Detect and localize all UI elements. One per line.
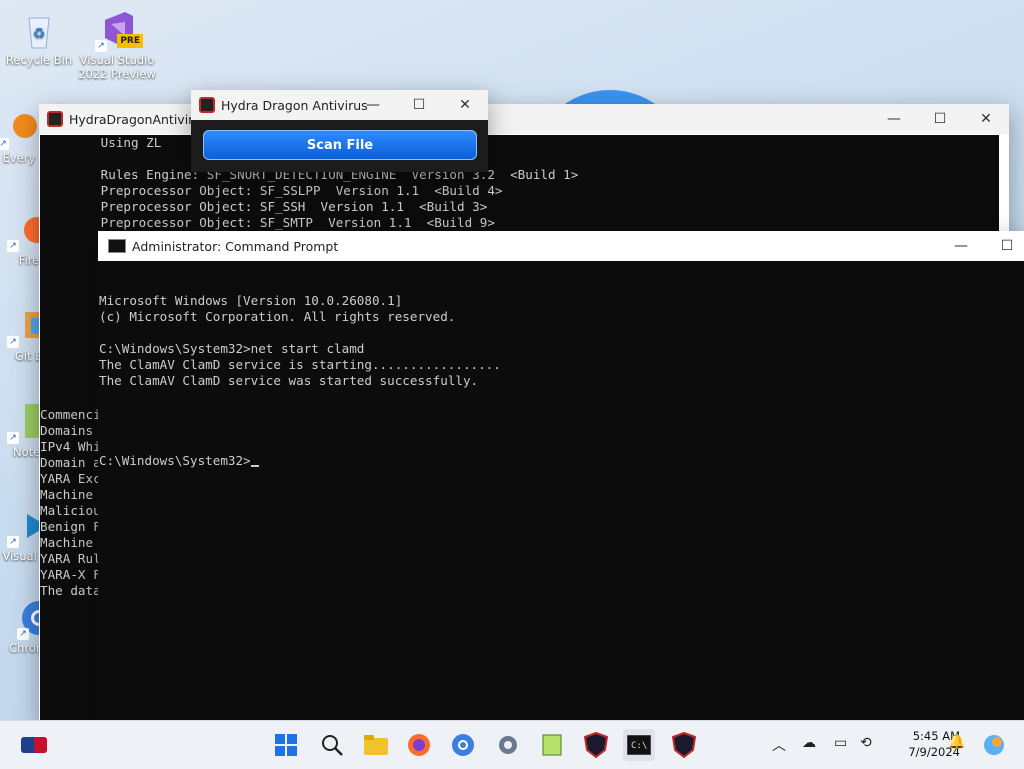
maximize-button[interactable]: ☐ (396, 90, 442, 120)
console-line: Preprocessor Object: SF_SSH Version 1.1 … (40, 199, 488, 214)
console-line: Preprocessor Object: SF_SSLPP Version 1.… (40, 183, 503, 198)
minimize-button[interactable]: — (350, 90, 396, 120)
sync-icon[interactable]: ⟲ (860, 735, 872, 751)
pre-badge: PRE (117, 34, 143, 48)
close-button[interactable]: ✕ (442, 90, 488, 120)
start-icon[interactable] (270, 729, 302, 761)
titlebar[interactable]: Hydra Dragon Antivirus — ☐ ✕ (191, 90, 488, 120)
maximize-button[interactable]: ☐ (917, 104, 963, 134)
command-prompt-taskbar-icon[interactable]: C:\ (623, 729, 655, 761)
copilot-icon[interactable] (978, 729, 1010, 761)
everything-icon: ↗ (0, 108, 39, 150)
cmd-prompt: C:\Windows\System32> (99, 453, 251, 468)
chromium-icon[interactable] (447, 729, 479, 761)
hydra-dragon-icon[interactable] (580, 729, 612, 761)
console-line: Rules Engine: SF_SNORT_DETECTION_ENGINE … (40, 167, 579, 182)
hydra-dragon-icon[interactable] (668, 729, 700, 761)
desktop-icon-visual-studio[interactable]: PRE ↗ Visual Studio 2022 Preview (78, 10, 156, 81)
notepad-plus-icon[interactable] (536, 729, 568, 761)
display-icon[interactable]: ▭ (834, 735, 847, 751)
window-title: Administrator: Command Prompt (132, 238, 339, 254)
console-line: Preprocessor Object: SF_SMTP Version 1.1… (40, 215, 495, 230)
hydra-logo-icon (199, 97, 215, 113)
console-line: Microsoft Windows [Version 10.0.26080.1] (99, 293, 403, 308)
taskbar: C:\ ︿ ☁ ▭ ⟲ 5:45 AM 7/9/2024 🔔 (0, 720, 1024, 769)
console-line: Using ZL (40, 135, 162, 150)
file-explorer-icon[interactable] (360, 729, 392, 761)
firefox-icon[interactable] (403, 729, 435, 761)
cmd-history: Microsoft Windows [Version 10.0.26080.1]… (99, 293, 1024, 421)
console-line: The ClamAV ClamD service is starting....… (99, 357, 501, 372)
notification-bell-icon[interactable]: 🔔 (948, 734, 965, 750)
text-cursor (250, 465, 259, 467)
window-title: HydraDragonAntivirus (69, 111, 208, 127)
maximize-button[interactable]: ☐ (984, 231, 1024, 261)
scan-file-button[interactable]: Scan File (203, 130, 477, 160)
console-line: The ClamAV ClamD service was started suc… (99, 373, 479, 388)
cmd-prompt-line[interactable]: C:\Windows\System32> (99, 453, 1024, 469)
minimize-button[interactable]: — (938, 231, 984, 261)
settings-gear-icon[interactable] (492, 729, 524, 761)
command-prompt-window[interactable]: Administrator: Command Prompt — ☐ Micros… (98, 231, 1024, 720)
search-icon[interactable] (316, 729, 348, 761)
svg-text:♻: ♻ (33, 26, 46, 42)
hydra-logo-icon (47, 111, 63, 127)
shortcut-arrow-icon: ↗ (95, 40, 107, 52)
cmd-console-output[interactable]: Microsoft Windows [Version 10.0.26080.1]… (99, 261, 1024, 720)
console-line: (c) Microsoft Corporation. All rights re… (99, 309, 456, 324)
console-line: C:\Windows\System32>net start clamd (99, 341, 365, 356)
minimize-button[interactable]: — (871, 104, 917, 134)
svg-text:C:\: C:\ (631, 741, 647, 751)
desktop-icon-recycle-bin[interactable]: ♻ Recycle Bin (0, 10, 78, 67)
network-off-icon[interactable]: ☁ (802, 735, 816, 751)
recycle-bin-icon: ♻ (19, 10, 59, 50)
titlebar[interactable]: HydraDragonAntivirus — ☐ ✕ (39, 104, 1009, 134)
visual-studio-icon: PRE ↗ (95, 10, 143, 52)
scan-window[interactable]: Hydra Dragon Antivirus — ☐ ✕ Scan File (191, 90, 488, 172)
close-button[interactable]: ✕ (963, 104, 1009, 134)
window-title: Hydra Dragon Antivirus (221, 97, 368, 113)
mlb-widget-icon[interactable] (18, 729, 50, 761)
titlebar[interactable]: Administrator: Command Prompt — ☐ (98, 231, 1024, 261)
cmd-icon (108, 239, 126, 253)
chevron-up-icon[interactable]: ︿ (772, 735, 786, 755)
